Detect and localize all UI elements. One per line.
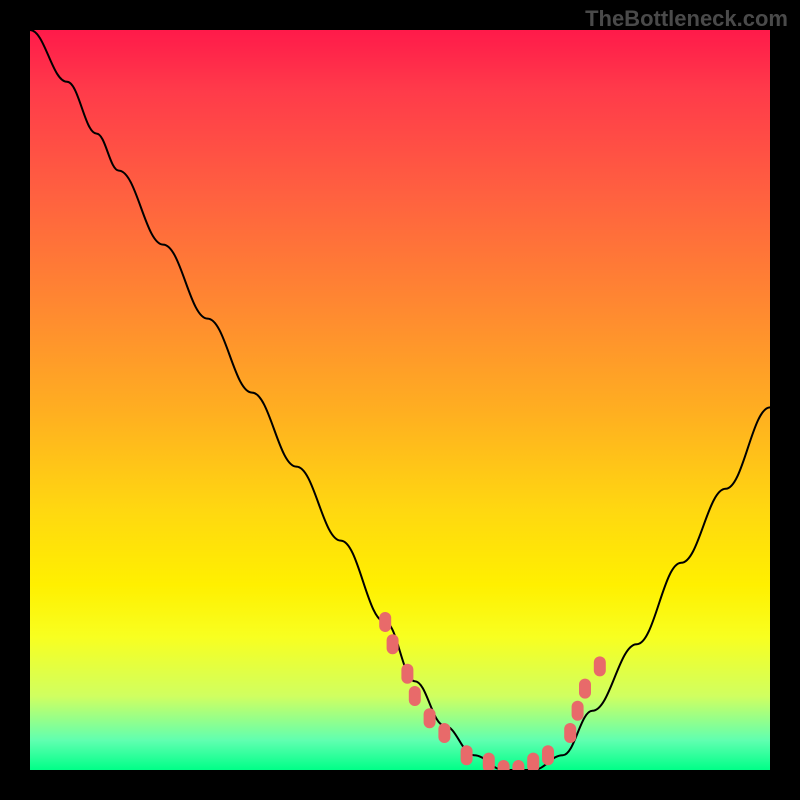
highlight-marker bbox=[542, 745, 554, 765]
highlight-marker bbox=[579, 679, 591, 699]
highlight-marker bbox=[379, 612, 391, 632]
highlight-marker bbox=[387, 634, 399, 654]
highlight-marker bbox=[424, 708, 436, 728]
highlight-marker bbox=[512, 760, 524, 770]
highlight-marker bbox=[401, 664, 413, 684]
highlight-marker bbox=[527, 753, 539, 770]
highlight-marker bbox=[564, 723, 576, 743]
highlight-marker bbox=[461, 745, 473, 765]
bottleneck-curve bbox=[30, 30, 770, 770]
highlight-marker bbox=[498, 760, 510, 770]
chart-svg bbox=[30, 30, 770, 770]
highlight-marker bbox=[594, 656, 606, 676]
highlight-marker bbox=[572, 701, 584, 721]
highlight-marker bbox=[409, 686, 421, 706]
highlight-marker bbox=[483, 753, 495, 770]
watermark-text: TheBottleneck.com bbox=[585, 6, 788, 32]
chart-plot-area bbox=[30, 30, 770, 770]
highlight-marker bbox=[438, 723, 450, 743]
